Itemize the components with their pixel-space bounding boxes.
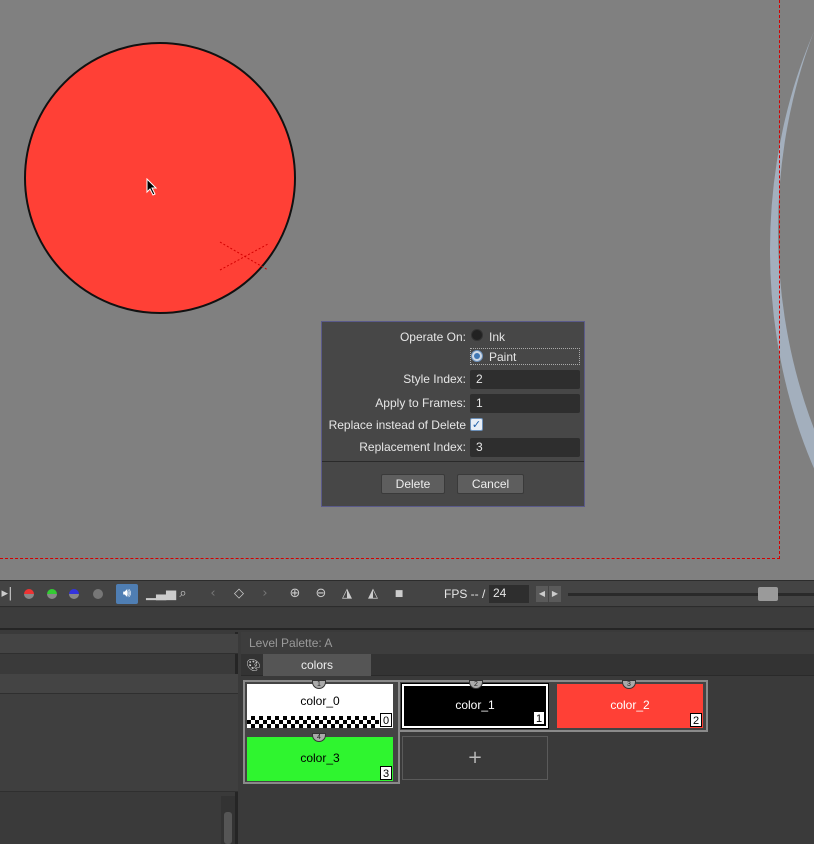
paint-radio-label[interactable]: Paint <box>489 350 516 364</box>
style-chip-color-3[interactable]: 4 color_3 3 <box>247 733 393 781</box>
paint-row: Paint <box>322 350 586 368</box>
left-panel-row <box>0 674 238 694</box>
mouse-cursor-icon <box>146 178 158 196</box>
next-key-icon[interactable]: › <box>254 584 276 604</box>
fps-increase-icon[interactable]: ▶ <box>549 586 561 602</box>
left-panel-content <box>0 694 238 792</box>
ink-radio[interactable] <box>471 329 483 341</box>
replacement-index-label: Replacement Index: <box>359 440 466 454</box>
fps-label: FPS -- / <box>444 587 486 601</box>
histogram-icon[interactable]: ▁▃▅ <box>146 584 176 604</box>
replace-checkbox[interactable]: ✓ <box>470 418 483 431</box>
fps-slider-handle[interactable] <box>758 587 778 601</box>
dialog-separator <box>322 461 584 462</box>
style-index-row: Style Index: 2 <box>322 370 586 389</box>
fps-decrease-icon[interactable]: ◀ <box>536 586 548 602</box>
style-index-label: Style Index: <box>403 372 466 386</box>
viewer-canvas[interactable]: Operate On: Ink Paint Style Index: 2 App… <box>0 0 814 580</box>
viewer-background <box>778 0 814 580</box>
apply-frames-label: Apply to Frames: <box>375 396 466 410</box>
keyframe-icon[interactable]: ◇ <box>228 584 250 604</box>
tab-colors[interactable]: colors <box>263 654 371 676</box>
sound-icon[interactable]: 🔊︎ <box>116 584 138 604</box>
flip-vertical-icon[interactable]: ◭ <box>362 584 384 604</box>
apply-frames-row: Apply to Frames: 1 <box>322 394 586 413</box>
chip-tag: 1 <box>312 680 326 689</box>
left-panel-header <box>0 634 238 654</box>
chip-label: color_3 <box>300 751 340 765</box>
chip-index: 2 <box>690 713 702 727</box>
palette-tab-bar: 🎨︎ colors <box>241 654 814 676</box>
replacement-index-row: Replacement Index: 3 <box>322 438 586 457</box>
style-chip-color-2[interactable]: 3 color_2 2 <box>557 680 703 728</box>
green-channel-icon[interactable] <box>47 589 57 599</box>
replace-row: Replace instead of Delete <box>322 416 586 434</box>
chip-index: 0 <box>380 713 392 727</box>
chip-index: 3 <box>380 766 392 780</box>
flip-horizontal-icon[interactable]: ◮ <box>336 584 358 604</box>
magnifier-icon[interactable]: ⌕ <box>172 584 194 604</box>
operate-on-label: Operate On: <box>399 330 466 344</box>
operate-on-row: Operate On: Ink <box>322 328 586 346</box>
viewer-toolbar: ▸| 🔊︎ ▁▃▅ ⌕ ‹ ◇ › ⊕ ⊖ ◮ ◭ ■ FPS -- / 24 … <box>0 580 814 607</box>
style-chip-color-1[interactable]: 2 color_1 1 <box>401 680 549 729</box>
add-style-button[interactable]: + <box>402 736 548 780</box>
blue-channel-icon[interactable] <box>69 589 79 599</box>
chip-tag: 2 <box>469 680 483 689</box>
replace-label: Replace instead of Delete <box>328 418 466 432</box>
last-frame-icon[interactable]: ▸| <box>0 584 18 604</box>
replacement-index-field[interactable]: 3 <box>470 438 580 457</box>
cancel-button[interactable]: Cancel <box>457 474 524 494</box>
style-chip-color-0[interactable]: 1 color_0 0 <box>247 680 393 728</box>
style-index-field[interactable]: 2 <box>470 370 580 389</box>
stop-icon[interactable]: ■ <box>388 584 410 604</box>
apply-frames-field[interactable]: 1 <box>470 394 580 413</box>
zoom-in-icon[interactable]: ⊕ <box>284 584 306 604</box>
palette-icon[interactable]: 🎨︎ <box>246 658 261 672</box>
chip-index: 1 <box>533 711 545 725</box>
panel-separator-strip <box>0 608 814 630</box>
delete-style-dialog: Operate On: Ink Paint Style Index: 2 App… <box>321 321 585 507</box>
prev-key-icon[interactable]: ‹ <box>202 584 224 604</box>
scrollbar-thumb[interactable] <box>224 812 232 844</box>
left-panel <box>0 632 238 844</box>
alpha-channel-icon[interactable] <box>93 589 103 599</box>
delete-button[interactable]: Delete <box>381 474 445 494</box>
chip-label: color_2 <box>610 698 650 712</box>
level-palette: Level Palette: A 🎨︎ colors 1 color_0 0 2… <box>241 632 814 844</box>
chip-tag: 3 <box>622 680 636 689</box>
zoom-out-icon[interactable]: ⊖ <box>310 584 332 604</box>
chip-label: color_0 <box>300 694 340 708</box>
transparent-checker <box>247 716 379 728</box>
center-cross-marks <box>219 241 269 271</box>
palette-title: Level Palette: A <box>241 632 814 654</box>
left-panel-scrollbar[interactable] <box>221 796 235 844</box>
ink-radio-label[interactable]: Ink <box>489 330 505 344</box>
paint-radio[interactable] <box>471 350 483 362</box>
chip-tag: 4 <box>312 733 326 742</box>
fps-input[interactable]: 24 <box>489 585 529 603</box>
chip-label: color_1 <box>455 698 495 712</box>
red-channel-icon[interactable] <box>24 589 34 599</box>
